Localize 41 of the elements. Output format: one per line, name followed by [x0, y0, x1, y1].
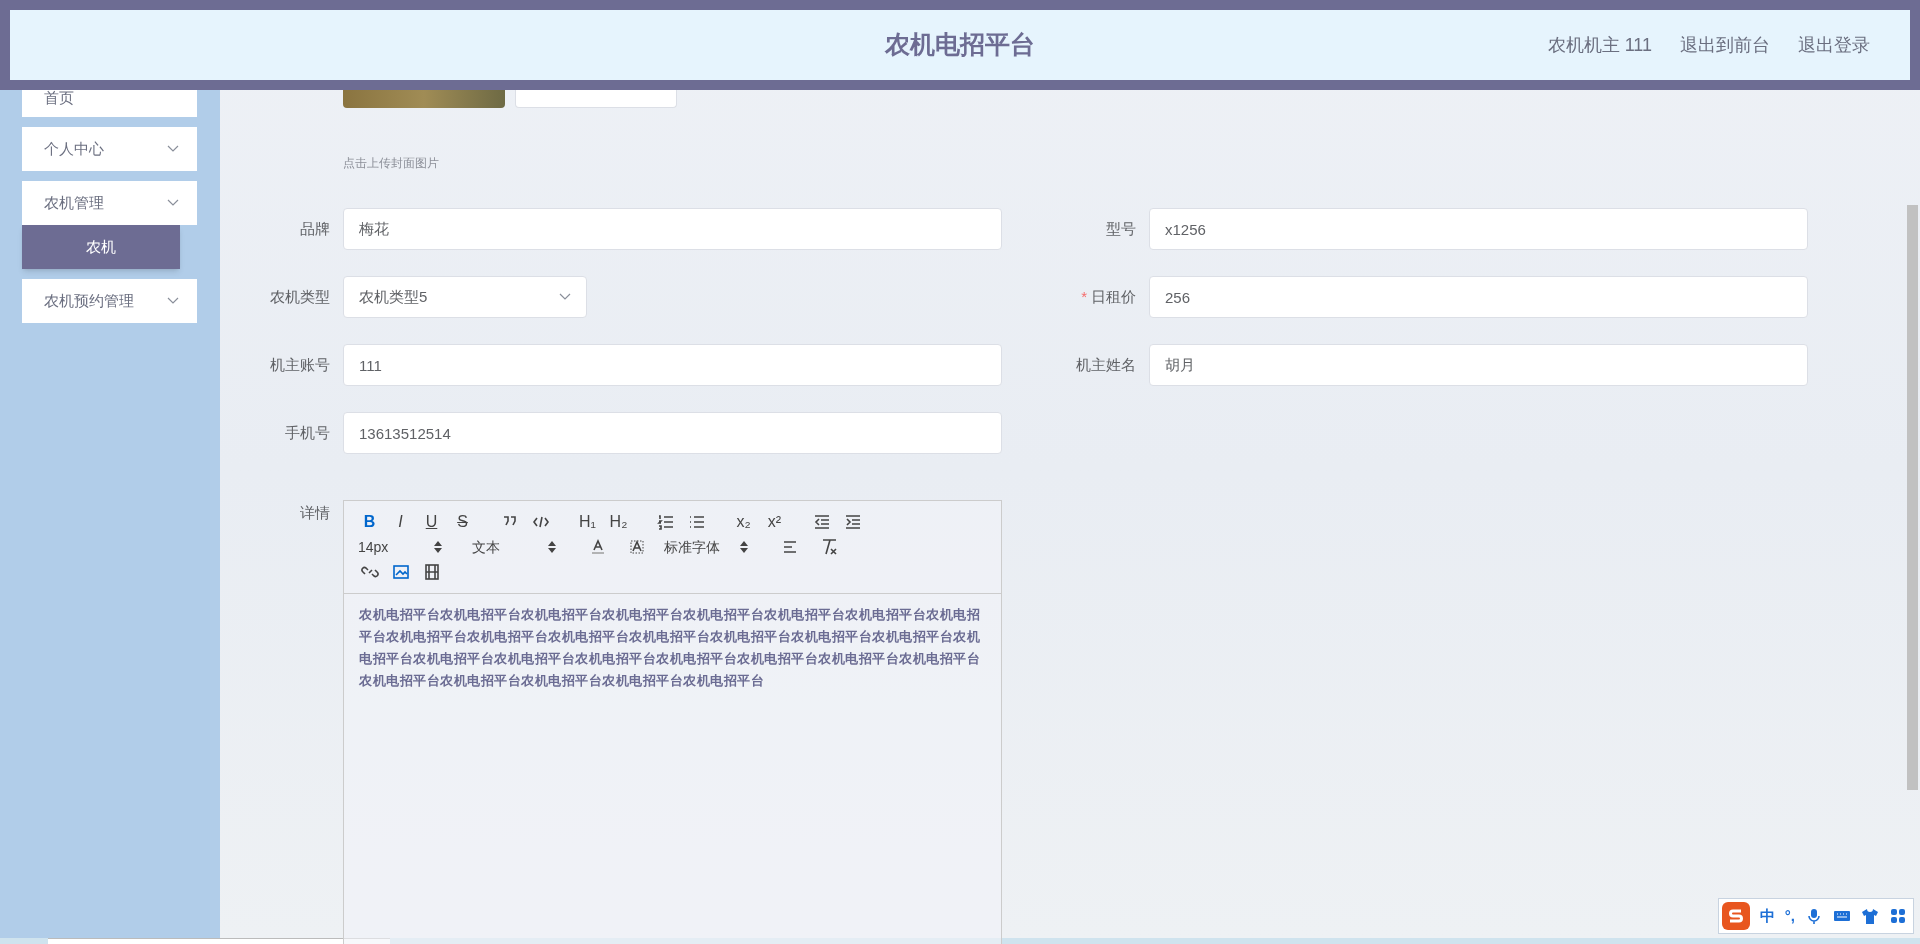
header-link[interactable]: 退出到前台 — [1680, 31, 1770, 59]
input-field[interactable]: 13613512514 — [343, 412, 1002, 454]
format-button[interactable]: H₁ — [572, 509, 603, 535]
sidebar-item[interactable]: 农机管理 — [22, 181, 197, 225]
input-field[interactable]: 256 — [1149, 276, 1808, 318]
format-button[interactable]: U — [416, 509, 447, 535]
ime-mode-label[interactable]: 中 — [1759, 904, 1775, 928]
format-button[interactable]: S — [447, 509, 478, 535]
ime-mode-label[interactable]: °, — [1784, 904, 1795, 928]
format-button[interactable]: x² — [759, 509, 790, 535]
site-title: 农机电招平台 — [885, 29, 1035, 61]
picker-dropdown[interactable]: 14px — [354, 535, 452, 559]
field-label: 机主姓名 — [1076, 354, 1136, 375]
editor-content[interactable]: 农机电招平台农机电招平台农机电招平台农机电招平台农机电招平台农机电招平台农机电招平台农机电招平台农机电招平台农机电招平台农机电招平台农机电招平台农机电招平台农机电招平台农机电招平台农机电招平台农机电招平台农机电招平台农机电招平台农机电招平台农机电招平台农机电招平台农机电招平台农机电招平台农机电招平台农机电招平台农机电招平台农机电招平台 — [344, 594, 1001, 702]
format-button[interactable]: x₂ — [728, 509, 759, 535]
required-mark: * — [1081, 286, 1087, 307]
field-label: 型号 — [1106, 218, 1136, 239]
field-label: 机主账号 — [270, 354, 330, 375]
format-button[interactable]: H₂ — [603, 509, 634, 535]
format-button[interactable]: I — [385, 509, 416, 535]
picker-dropdown[interactable]: 文本 — [468, 535, 566, 559]
sidebar-item[interactable]: 农机预约管理 — [22, 279, 197, 323]
input-field[interactable]: 梅花 — [343, 208, 1002, 250]
input-field[interactable]: 111 — [343, 344, 1002, 386]
upload-hint: 点击上传封面图片 — [342, 155, 440, 172]
field-label: 手机号 — [285, 422, 330, 443]
input-field[interactable]: x1256 — [1149, 208, 1808, 250]
picker-dropdown[interactable]: 标准字体 — [660, 535, 758, 559]
user-label: 农机机主 111 — [1547, 33, 1652, 57]
field-label: 品牌 — [300, 218, 330, 239]
format-button[interactable]: B — [354, 509, 385, 535]
input-field[interactable]: 胡月 — [1149, 344, 1808, 386]
sidebar-item[interactable]: 首页 — [22, 90, 197, 117]
ime-toolbar[interactable]: 中 °, — [1717, 898, 1914, 934]
field-label: 日租价 — [1091, 286, 1136, 307]
field-label: 详情 — [299, 503, 330, 523]
sidebar-item[interactable]: 个人中心 — [22, 127, 197, 171]
submenu-item[interactable]: 农机 — [22, 225, 180, 269]
select-field[interactable]: 农机类型5 — [343, 276, 587, 318]
header-link[interactable]: 退出登录 — [1798, 31, 1870, 59]
field-label: 农机类型 — [270, 286, 330, 307]
